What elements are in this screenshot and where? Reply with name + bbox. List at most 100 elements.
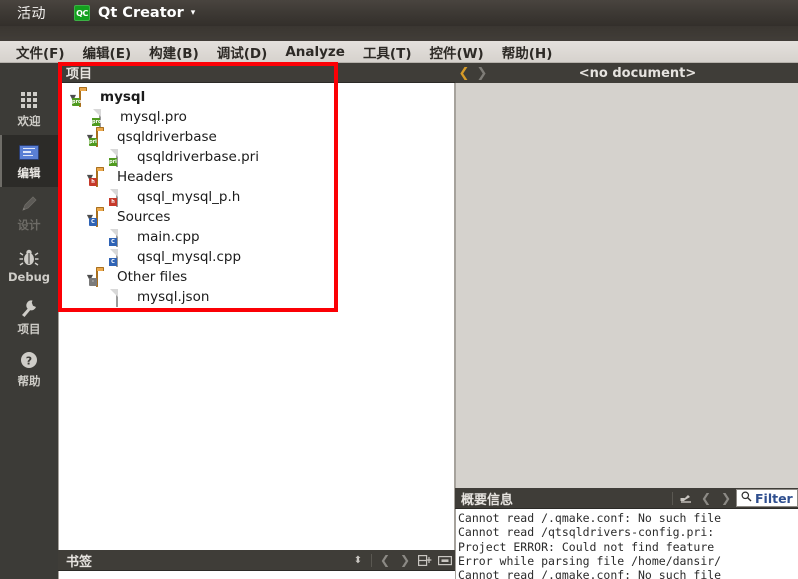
sort-bookmarks-icon[interactable]: ⬍ xyxy=(348,552,368,569)
mode-edit[interactable]: 编辑 xyxy=(0,135,58,187)
qt-creator-icon: QC xyxy=(74,5,90,21)
mode-projects-label: 项目 xyxy=(17,322,41,336)
tree-item-qsql-mysql-p-h[interactable]: h qsql_mysql_p.h xyxy=(59,187,454,207)
folder-headers-icon: h xyxy=(89,169,112,187)
toolbar-separator xyxy=(371,553,372,567)
output-pane-header: 概要信息 ❮ ❯ Filter xyxy=(455,488,798,509)
file-header-icon: h xyxy=(109,189,132,207)
prev-issue-icon[interactable]: ❮ xyxy=(696,490,716,507)
qt-creator-app-menu[interactable]: QC Qt Creator ▾ xyxy=(74,5,195,21)
close-pane-icon[interactable] xyxy=(435,552,455,569)
mode-help-label: 帮助 xyxy=(17,374,41,388)
file-cpp-icon: C xyxy=(109,229,132,247)
mode-design-label: 设计 xyxy=(17,218,41,232)
menu-analyze[interactable]: Analyze xyxy=(277,42,353,62)
menu-window[interactable]: 控件(W) xyxy=(422,40,492,64)
output-line: Project ERROR: Could not find feature xyxy=(458,539,715,554)
output-line: Cannot read /.qmake.conf: No such file xyxy=(458,568,722,579)
editor-toolbar: ❮ ❯ <no document> xyxy=(455,63,798,84)
tree-item-label: mysql xyxy=(100,89,146,105)
project-tree-list: ▼ pro mysql pro mysql.pro ▼ pri qsqldriv… xyxy=(59,83,454,307)
tree-item-other-files[interactable]: ▼ · Other files xyxy=(59,267,454,287)
output-pane: 概要信息 ❮ ❯ Filter Cannot read /.qmake.conf… xyxy=(455,488,798,579)
tree-item-label: qsql_mysql_p.h xyxy=(137,189,241,205)
mode-debug[interactable]: Debug xyxy=(0,239,58,291)
project-panel-title: 项目 xyxy=(66,67,93,82)
tree-item-label: Sources xyxy=(117,209,171,225)
project-tree[interactable]: ▼ pro mysql pro mysql.pro ▼ pri qsqldriv… xyxy=(58,83,455,551)
output-filter-field[interactable]: Filter xyxy=(736,489,798,507)
mode-edit-label: 编辑 xyxy=(17,166,41,180)
toolbar-separator xyxy=(672,491,673,505)
mode-projects[interactable]: 项目 xyxy=(0,291,58,343)
next-bookmark-icon[interactable]: ❯ xyxy=(395,552,415,569)
output-pane-title: 概要信息 xyxy=(461,492,514,508)
tree-item-label: qsql_mysql.cpp xyxy=(137,249,242,265)
mode-design[interactable]: 设计 xyxy=(0,187,58,239)
activities-button[interactable]: 活动 xyxy=(17,3,46,23)
tree-item-mysql[interactable]: ▼ pro mysql xyxy=(59,87,454,107)
navigate-back-icon[interactable]: ❮ xyxy=(455,66,473,81)
menu-help[interactable]: 帮助(H) xyxy=(494,40,561,64)
app-title: Qt Creator xyxy=(98,5,184,21)
file-cpp-icon: C xyxy=(109,249,132,267)
tree-item-main-cpp[interactable]: C main.cpp xyxy=(59,227,454,247)
file-pri-icon: pri xyxy=(109,149,132,167)
tree-item-headers[interactable]: ▼ h Headers xyxy=(59,167,454,187)
mode-selector: 欢迎 编辑 设计 Debug 项目 ? 帮助 xyxy=(0,63,58,579)
svg-text:?: ? xyxy=(26,355,32,368)
file-plain-icon xyxy=(116,289,132,307)
bookmarks-pane-title: 书签 xyxy=(66,554,93,570)
menu-debug[interactable]: 调试(D) xyxy=(209,40,276,64)
tree-item-sources[interactable]: ▼ C Sources xyxy=(59,207,454,227)
clear-output-icon[interactable] xyxy=(676,490,696,507)
mode-help[interactable]: ? 帮助 xyxy=(0,343,58,395)
next-issue-icon[interactable]: ❯ xyxy=(716,490,736,507)
split-pane-icon[interactable] xyxy=(415,552,435,569)
tree-item-label: qsqldriverbase xyxy=(117,129,217,145)
folder-pro-icon: pri xyxy=(89,129,112,147)
mode-welcome[interactable]: 欢迎 xyxy=(0,83,58,135)
desktop-top-panel: 活动 QC Qt Creator ▾ xyxy=(0,0,798,26)
search-icon xyxy=(741,491,752,505)
qt-creator-window: 活动 QC Qt Creator ▾ 文件(F) 编辑(E) 构建(B) 调试(… xyxy=(0,0,798,579)
tree-item-mysql-json[interactable]: mysql.json xyxy=(59,287,454,307)
folder-pro-icon: pro xyxy=(72,89,95,107)
menu-file[interactable]: 文件(F) xyxy=(8,40,73,64)
menu-edit[interactable]: 编辑(E) xyxy=(75,40,140,64)
edit-document-icon xyxy=(19,141,39,163)
editor-document-title: <no document> xyxy=(578,65,697,81)
wrench-icon xyxy=(18,297,40,319)
output-line: Cannot read /qtsqldrivers-config.pri: xyxy=(458,525,715,540)
tree-item-qsql-mysql-cpp[interactable]: C qsql_mysql.cpp xyxy=(59,247,454,267)
bookmarks-pane-content[interactable] xyxy=(58,571,455,579)
question-mark-icon: ? xyxy=(19,349,39,371)
mode-welcome-label: 欢迎 xyxy=(17,114,41,128)
bug-icon xyxy=(18,246,40,268)
chevron-down-icon[interactable]: ▾ xyxy=(191,8,196,18)
tree-item-qsqldriverbase[interactable]: ▼ pri qsqldriverbase xyxy=(59,127,454,147)
bookmarks-pane: 书签 ⬍ ❮ ❯ xyxy=(58,550,455,579)
output-line: Cannot read /.qmake.conf: No such file xyxy=(458,511,722,525)
prev-bookmark-icon[interactable]: ❮ xyxy=(375,552,395,569)
output-line: Error while parsing file /home/dansir/ xyxy=(458,553,722,568)
tree-item-label: qsqldriverbase.pri xyxy=(137,149,259,165)
tree-item-qsqldriverbase-pri[interactable]: pri qsqldriverbase.pri xyxy=(59,147,454,167)
mode-debug-label: Debug xyxy=(8,270,50,284)
navigate-forward-icon[interactable]: ❯ xyxy=(473,66,491,81)
output-filter-placeholder: Filter xyxy=(755,490,793,506)
tree-item-label: mysql.json xyxy=(137,289,210,305)
tree-item-label: mysql.pro xyxy=(120,109,187,125)
menu-tools[interactable]: 工具(T) xyxy=(355,40,420,64)
project-panel: 项目 ▼ pro mysql pro mysql.pro ▼ pri qsqld… xyxy=(58,63,455,551)
tree-item-mysql-pro[interactable]: pro mysql.pro xyxy=(59,107,454,127)
editor-viewport[interactable] xyxy=(455,83,798,488)
menu-build[interactable]: 构建(B) xyxy=(141,40,207,64)
pencil-icon xyxy=(19,193,39,215)
file-pro-icon: pro xyxy=(92,109,115,127)
grid-icon xyxy=(21,89,37,111)
folder-sources-icon: C xyxy=(89,209,112,227)
tree-item-label: Other files xyxy=(117,269,188,285)
tree-item-label: main.cpp xyxy=(137,229,200,245)
output-pane-content[interactable]: Cannot read /.qmake.conf: No such file C… xyxy=(455,509,798,579)
